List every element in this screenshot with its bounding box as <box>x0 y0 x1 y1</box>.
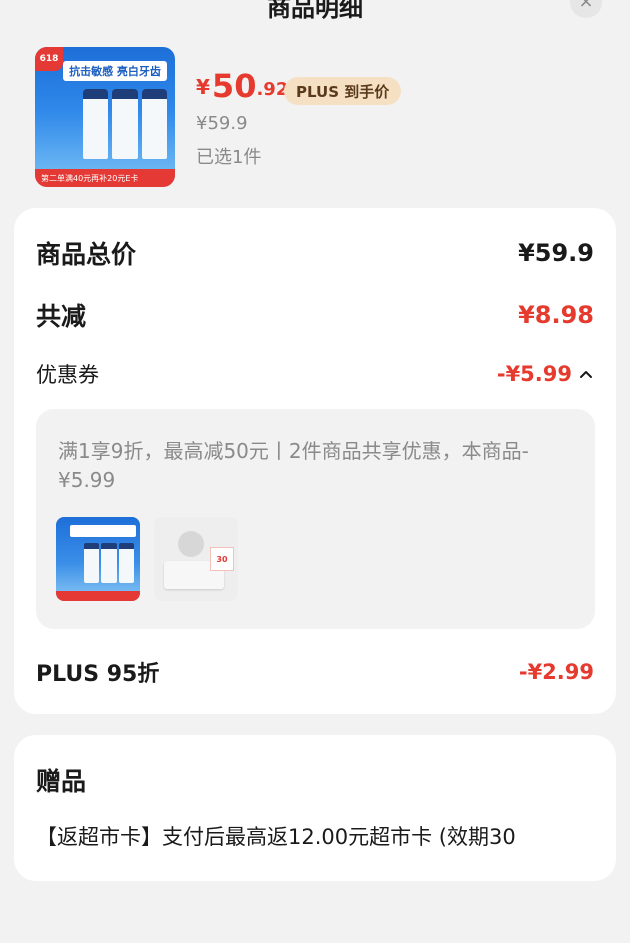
price-breakdown-card: 商品总价 ¥59.9 共减 ¥8.98 优惠券 -¥5.99 满1享9折，最高减… <box>14 208 616 714</box>
close-icon: × <box>578 0 594 12</box>
coupon-label: 优惠券 <box>36 363 99 387</box>
coupon-row[interactable]: 优惠券 -¥5.99 <box>36 356 594 392</box>
header: 商品明细 × 618 抗击敏感 亮白牙齿 第二单满40元再补20元E卡 ¥ 50… <box>0 0 630 205</box>
discount-value: ¥8.98 <box>518 301 594 329</box>
coupon-detail-box: 满1享9折，最高减50元丨2件商品共享优惠，本商品-¥5.99 30 <box>36 409 595 629</box>
gift-title: 赠品 <box>36 767 87 796</box>
discount-label: 共减 <box>36 302 87 331</box>
coupon-product-image-toothpaste[interactable] <box>56 517 140 601</box>
page-title: 商品明细 <box>267 0 363 22</box>
original-price: ¥59.9 <box>196 113 248 134</box>
coupon-value-group[interactable]: -¥5.99 <box>497 362 594 386</box>
price-integer: 50 <box>211 67 257 105</box>
total-price-row: 商品总价 ¥59.9 <box>36 234 594 272</box>
coupon-product-image-device[interactable]: 30 <box>154 517 238 601</box>
coupon-description: 满1享9折，最高减50元丨2件商品共享优惠，本商品-¥5.99 <box>58 439 529 492</box>
price-currency: ¥ <box>196 75 210 99</box>
plus-price-tag: PLUS 到手价 <box>284 77 402 105</box>
plus-discount-row: PLUS 95折 -¥2.99 <box>36 654 594 690</box>
chevron-up-icon[interactable] <box>578 366 594 382</box>
plus-discount-value: -¥2.99 <box>518 660 594 684</box>
gift-title-row: 赠品 <box>36 761 594 799</box>
total-price-value: ¥59.9 <box>518 239 594 267</box>
total-price-label: 商品总价 <box>36 240 137 269</box>
product-image-banner: 抗击敏感 亮白牙齿 <box>63 61 167 81</box>
gift-card: 赠品 【返超市卡】支付后最高返12.00元超市卡 (效期30 <box>14 735 616 881</box>
product-image[interactable]: 618 抗击敏感 亮白牙齿 第二单满40元再补20元E卡 <box>35 47 175 187</box>
product-image-footer: 第二单满40元再补20元E卡 <box>35 169 175 187</box>
gift-description: 【返超市卡】支付后最高返12.00元超市卡 (效期30 <box>36 825 516 849</box>
final-price: ¥ 50 .92 <box>196 70 288 102</box>
coupon-product-list: 30 <box>56 517 238 601</box>
coupon-value: -¥5.99 <box>496 362 572 386</box>
promo-badge-618: 618 <box>35 47 63 71</box>
plus-discount-label: PLUS 95折 <box>36 662 160 687</box>
discount-row: 共减 ¥8.98 <box>36 296 594 334</box>
selected-quantity: 已选1件 <box>196 147 262 168</box>
toothpaste-tubes-graphic <box>83 89 167 159</box>
